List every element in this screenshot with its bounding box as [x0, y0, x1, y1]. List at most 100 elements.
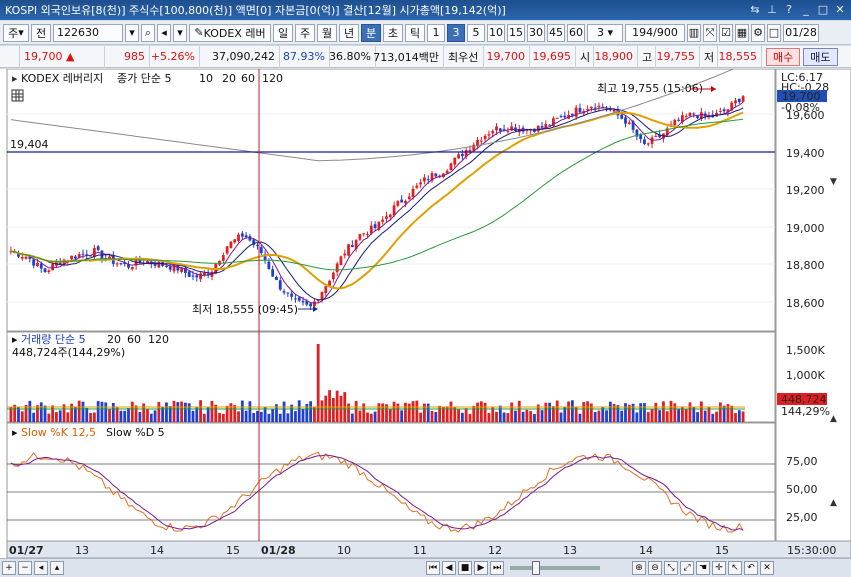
buy-button[interactable]: 매수: [766, 47, 801, 66]
candle-body: [586, 108, 589, 110]
zoom-slider[interactable]: [510, 561, 600, 575]
pin-icon[interactable]: ⊥: [765, 2, 779, 16]
chart-type-icon[interactable]: ▥: [687, 23, 701, 42]
interval-1[interactable]: 1: [427, 23, 445, 42]
fit-icon[interactable]: ◂: [34, 561, 48, 575]
first-icon[interactable]: ⏮: [426, 561, 440, 575]
price-panel[interactable]: [6, 68, 776, 332]
indicator-icon[interactable]: ⤧: [703, 23, 717, 42]
link-icon[interactable]: ⇆: [748, 2, 762, 16]
zoom-out-icon[interactable]: ⊖: [648, 561, 662, 575]
trash-icon[interactable]: ✕: [760, 561, 774, 575]
checkbox-icon[interactable]: ☑: [719, 23, 733, 42]
type-select[interactable]: 주 ▾: [3, 23, 29, 42]
interval-5[interactable]: 5: [467, 23, 485, 42]
crosshair-icon[interactable]: ✛: [712, 561, 726, 575]
interval-15[interactable]: 15: [507, 23, 525, 42]
code-dropdown-icon[interactable]: ▾: [125, 23, 139, 42]
period-year[interactable]: 년: [339, 23, 359, 42]
question-icon[interactable]: ?: [782, 2, 796, 16]
compare-icon[interactable]: ▦: [735, 23, 749, 42]
code-input[interactable]: 122630: [53, 23, 123, 42]
volume-bar: [514, 410, 517, 422]
candle-body: [282, 291, 286, 293]
calendar-checkbox[interactable]: □: [767, 23, 781, 42]
candle-body: [692, 113, 696, 115]
candle-body: [381, 219, 385, 222]
candle-body: [737, 98, 741, 102]
last-icon[interactable]: ⏭: [490, 561, 504, 575]
count-input[interactable]: 194/900: [625, 23, 685, 42]
speaker-icon[interactable]: ◂: [157, 23, 171, 42]
hand-icon[interactable]: ☚: [696, 561, 710, 575]
scroll-up-icon[interactable]: ▲: [830, 414, 837, 424]
scroll-down-icon[interactable]: ▼: [830, 177, 837, 187]
search-icon[interactable]: ⌕: [141, 23, 155, 42]
volume-bar: [282, 401, 286, 422]
stock-name-button[interactable]: ✎ KODEX 레버: [189, 23, 271, 42]
prev-button[interactable]: 전: [31, 23, 51, 42]
candle-body: [275, 276, 278, 281]
shrink-icon[interactable]: ⤡: [664, 561, 678, 575]
zoom-slider-thumb[interactable]: [532, 561, 540, 575]
volume-bar: [620, 410, 624, 422]
volume-bar: [608, 401, 612, 422]
volume-bar: [240, 400, 244, 422]
best-bid: 19,695: [530, 45, 576, 68]
zoom-in-icon[interactable]: ⊕: [632, 561, 646, 575]
stoch-ytick-75: 75,00: [786, 455, 818, 468]
candle-body: [70, 255, 73, 259]
date-input[interactable]: 01/28: [783, 23, 819, 42]
volume-bar: [498, 405, 502, 422]
period-month[interactable]: 월: [317, 23, 337, 42]
zoom-up-icon[interactable]: ▴: [50, 561, 64, 575]
interval-select[interactable]: 3 ▾: [587, 23, 623, 42]
period-second[interactable]: 초: [383, 23, 403, 42]
ytick-19000: 19,000: [786, 222, 825, 235]
interval-45[interactable]: 45: [547, 23, 565, 42]
period-minute[interactable]: 분: [361, 23, 381, 42]
volume-bar: [377, 403, 381, 422]
play-icon[interactable]: ▶: [474, 561, 488, 575]
add-icon[interactable]: +: [2, 561, 16, 575]
candle-body: [536, 125, 540, 132]
price-legend-ma: 종가 단순 5: [117, 72, 171, 85]
stop-icon[interactable]: ■: [458, 561, 472, 575]
candle-body: [460, 153, 464, 157]
sell-button[interactable]: 매도: [803, 47, 838, 66]
interval-60[interactable]: 60: [567, 23, 585, 42]
volume-bar: [47, 413, 51, 422]
minimize-icon[interactable]: _: [799, 2, 813, 16]
candle-body: [294, 298, 297, 300]
remove-icon[interactable]: −: [18, 561, 32, 575]
candle-body: [187, 271, 191, 277]
chart-svg[interactable]: 19,404 ▸ KODEX 레버리지 종가 단순 5 10 20 60 120…: [0, 64, 851, 559]
more-icon[interactable]: ▾: [173, 23, 187, 42]
period-week[interactable]: 주: [295, 23, 315, 42]
volume-bar: [335, 390, 339, 422]
interval-10[interactable]: 10: [487, 23, 505, 42]
back-icon[interactable]: ◀: [442, 561, 456, 575]
volume-bar: [218, 412, 221, 422]
maximize-icon[interactable]: □: [816, 2, 830, 16]
candle-body: [597, 105, 601, 107]
period-day[interactable]: 일: [273, 23, 293, 42]
volume-bar: [449, 401, 453, 422]
interval-3[interactable]: 3: [447, 23, 465, 42]
chart-area[interactable]: 19,404 ▸ KODEX 레버리지 종가 단순 5 10 20 60 120…: [0, 64, 851, 559]
volume-bar: [20, 411, 24, 422]
candle-body: [297, 297, 301, 301]
pointer-icon[interactable]: ↖: [728, 561, 742, 575]
interval-30[interactable]: 30: [527, 23, 545, 42]
candle-body: [722, 109, 726, 112]
quote-volume: 37,090,242: [200, 45, 280, 68]
expand-icon[interactable]: ⤢: [680, 561, 694, 575]
volume-bar: [521, 411, 525, 422]
settings-icon[interactable]: ⚙: [751, 23, 765, 42]
vol-legend-20: 20: [107, 333, 121, 346]
close-icon[interactable]: ✕: [833, 2, 847, 16]
period-tick[interactable]: 틱: [405, 23, 425, 42]
candle-body: [396, 201, 400, 206]
scroll-up-icon-2[interactable]: ▲: [830, 498, 837, 508]
undo-icon[interactable]: ↶: [744, 561, 758, 575]
